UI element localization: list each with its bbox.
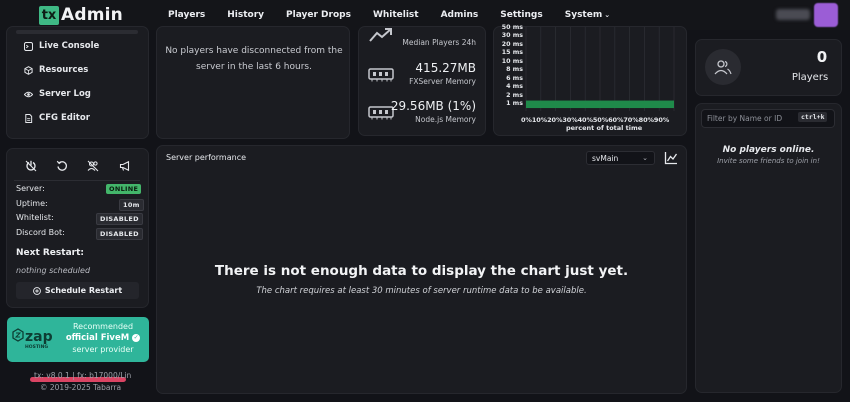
menu-item-server-log[interactable]: Server Log <box>24 87 91 101</box>
trending-up-icon <box>369 28 392 42</box>
file-icon <box>24 113 33 123</box>
fxserver-memory-value: 415.27MB <box>415 61 476 75</box>
memory-chip-icon <box>368 68 394 82</box>
ad-line-2-text: official FiveM <box>65 333 130 343</box>
schedule-restart-label: Schedule Restart <box>44 286 123 295</box>
discord-badge: DISABLED <box>96 228 143 240</box>
chevron-down-icon: ⌄ <box>604 11 611 19</box>
ad-line-1: Recommended <box>72 322 134 331</box>
logo-mark: tx <box>39 5 59 25</box>
next-restart-value: nothing scheduled <box>16 266 91 275</box>
stat-uptime-label: Uptime: <box>16 199 48 208</box>
disconnected-message: No players have disconnected from the se… <box>165 46 343 72</box>
ad-line-2: official FiveM ✓ <box>60 333 146 343</box>
divider <box>14 180 140 181</box>
schedule-restart-button[interactable]: Schedule Restart <box>16 282 139 299</box>
copyright-text: © 2019-2025 Tabarra <box>40 383 122 392</box>
chevron-down-icon: ⌄ <box>642 154 648 162</box>
version-text: tx: v8.0.1 | fx: b17000/Lin <box>34 371 132 380</box>
stat-discord-label: Discord Bot: <box>16 228 65 237</box>
announce-button[interactable] <box>116 157 133 174</box>
logo-text: Admin <box>61 5 123 25</box>
histogram-y-tick: 10 ms <box>501 57 523 65</box>
uptime-badge: 10m <box>119 199 144 211</box>
menu-item-label: CFG Editor <box>39 113 90 123</box>
histogram-x-label: percent of total time <box>566 124 643 132</box>
thread-select[interactable]: svMain ⌄ <box>586 151 655 165</box>
eye-icon <box>24 90 33 99</box>
nav-settings[interactable]: Settings <box>500 10 542 20</box>
terminal-icon <box>24 41 33 51</box>
histogram-y-tick: 50 ms <box>501 24 523 31</box>
users-off-icon <box>87 160 98 171</box>
no-players-title: No players online. <box>722 145 815 155</box>
players-icon-circle <box>705 49 741 85</box>
performance-title: Server performance <box>166 153 247 162</box>
performance-empty-subtitle: The chart requires at least 30 minutes o… <box>256 286 587 296</box>
players-label: Players <box>791 72 829 83</box>
verified-check-icon: ✓ <box>132 333 141 342</box>
menu-item-label: Server Log <box>39 89 91 99</box>
user-name-blurred[interactable] <box>776 9 810 20</box>
stat-server-label: Server: <box>16 184 45 193</box>
performance-empty-message: There is not enough data to display the … <box>214 263 629 279</box>
histogram-y-tick: 8 ms <box>506 66 523 74</box>
menu-item-live-console[interactable]: Live Console <box>24 39 99 53</box>
nav-history[interactable]: History <box>227 10 264 20</box>
avatar[interactable] <box>814 3 838 27</box>
node-memory-label: Node.js Memory <box>415 115 476 124</box>
cube-icon <box>24 65 33 75</box>
nav-admins[interactable]: Admins <box>441 10 479 20</box>
nav-whitelist[interactable]: Whitelist <box>373 10 419 20</box>
histogram-y-tick: 2 ms <box>506 91 523 99</box>
fxserver-memory-label: FXServer Memory <box>409 77 476 86</box>
stop-server-button[interactable] <box>22 157 39 174</box>
node-memory-value: 29.56MB (1%) <box>390 99 476 113</box>
no-players-subtitle: Invite some friends to join in! <box>717 157 820 165</box>
menu-item-resources[interactable]: Resources <box>24 63 88 77</box>
histogram-y-tick: 20 ms <box>501 40 523 48</box>
restart-icon <box>56 160 67 171</box>
users-icon <box>714 60 732 75</box>
next-restart-title: Next Restart: <box>16 248 84 258</box>
kick-all-button[interactable] <box>84 157 101 174</box>
nav-system-label: System <box>564 10 603 20</box>
players-count: 0 <box>816 48 828 66</box>
menu-item-label: Live Console <box>39 41 100 51</box>
status-badge: ONLINE <box>106 184 142 194</box>
search-shortcut: ctrl+k <box>798 112 828 122</box>
nav-player-drops[interactable]: Player Drops <box>286 10 351 20</box>
menu-item-partial <box>16 30 138 34</box>
line-chart-icon[interactable] <box>664 151 678 165</box>
histogram-y-tick: 4 ms <box>506 83 523 91</box>
app-logo[interactable]: tx Admin <box>39 5 123 25</box>
menu-item-cfg-editor[interactable]: CFG Editor <box>24 111 90 125</box>
megaphone-icon <box>119 160 129 171</box>
histogram-plot <box>525 27 675 111</box>
histogram-y-tick: 1 ms <box>506 100 523 108</box>
histogram-y-tick: 30 ms <box>501 32 523 40</box>
restart-server-button[interactable] <box>53 157 70 174</box>
histogram-bar <box>526 100 674 109</box>
plus-circle-icon <box>32 286 41 295</box>
zap-logo-word: zap <box>25 329 53 345</box>
zap-logo: zap HOSTING <box>12 328 53 350</box>
nav-system[interactable]: System ⌄ <box>565 10 610 20</box>
histogram-y-tick: 6 ms <box>506 74 523 82</box>
whitelist-badge: DISABLED <box>96 213 143 225</box>
menu-item-label: Resources <box>39 65 89 75</box>
player-search-placeholder: Filter by Name or ID <box>707 114 783 123</box>
histogram-x-ticks: 0%10%20%30%40%50%60%70%80%90% <box>521 116 670 124</box>
thread-select-value: svMain <box>592 153 619 163</box>
nav-players[interactable]: Players <box>168 10 205 20</box>
median-players-label: Median Players 24h <box>402 38 476 47</box>
power-off-icon <box>25 160 36 171</box>
stat-whitelist-label: Whitelist: <box>16 213 54 222</box>
ad-line-3: server provider <box>72 345 134 354</box>
zap-logo-sub: HOSTING <box>25 344 48 350</box>
histogram-y-tick: 15 ms <box>501 49 523 57</box>
